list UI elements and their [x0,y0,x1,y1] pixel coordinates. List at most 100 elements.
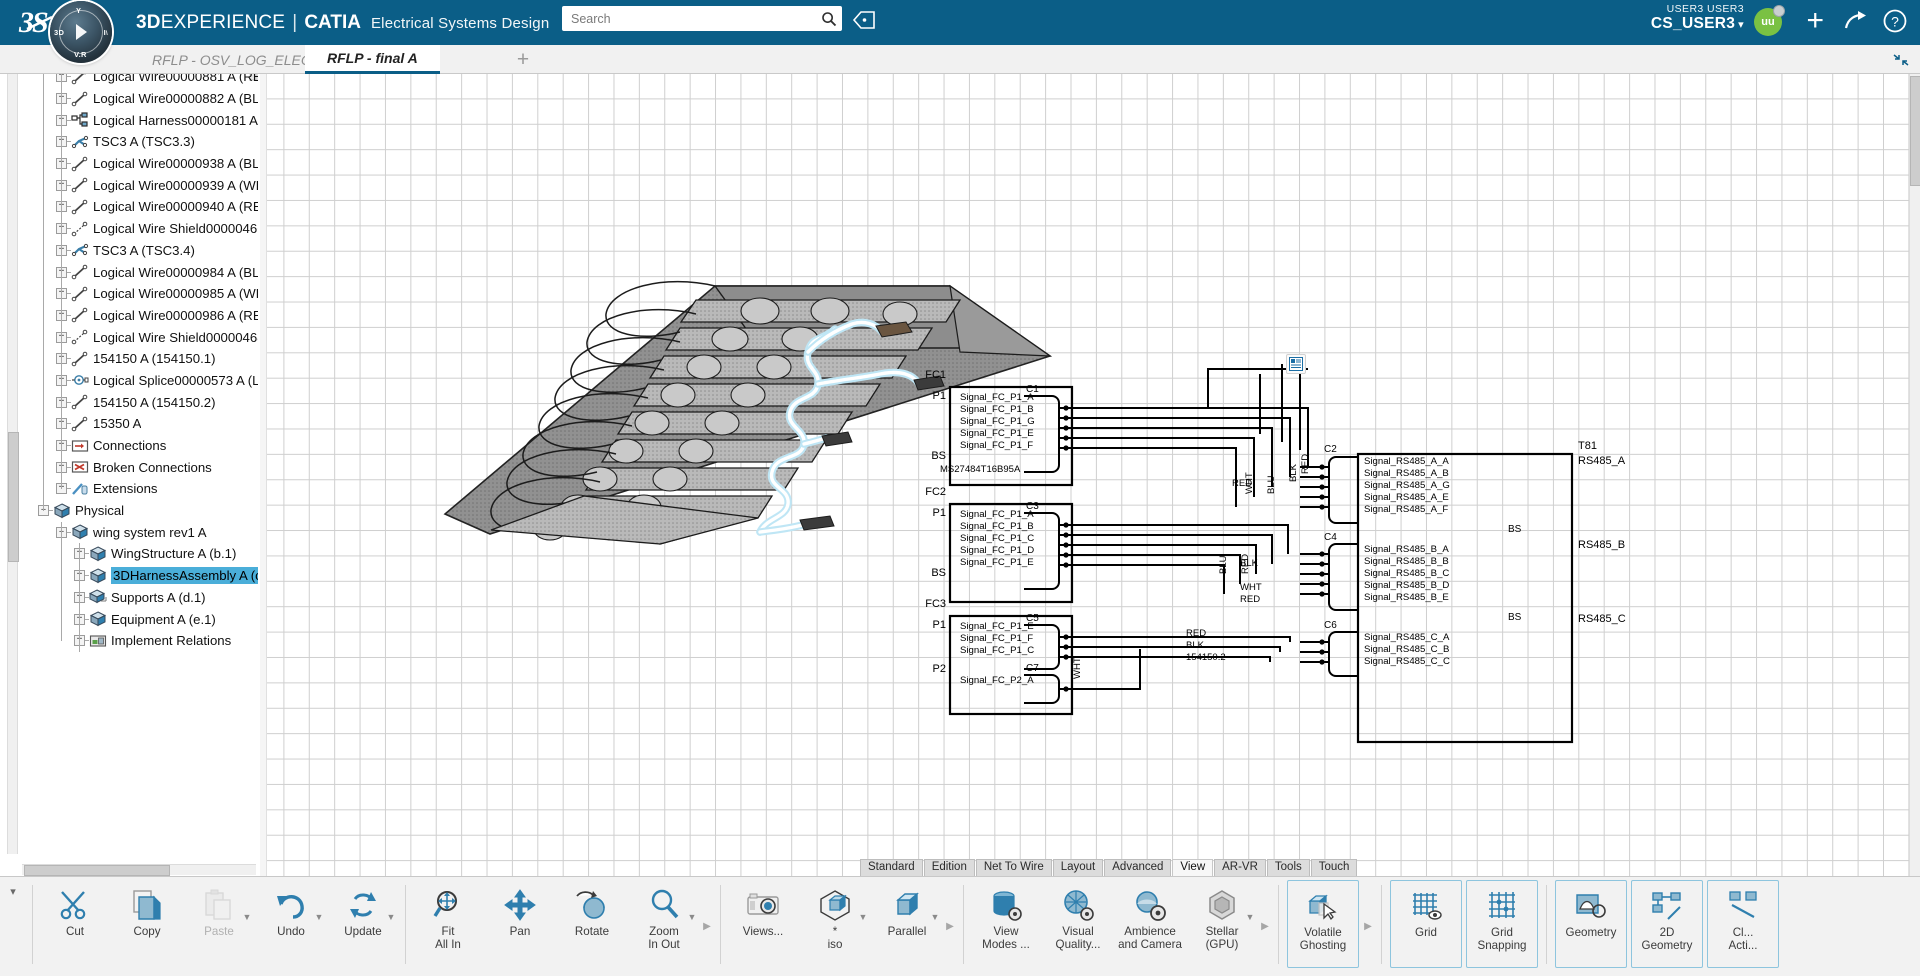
label-fc3-p1: P1 [933,619,946,631]
share-icon[interactable] [1844,10,1870,35]
specification-tree[interactable]: +Logical Wire00000881 A (RED)+Logical Wi… [26,74,258,852]
chevron-down-icon[interactable]: ▼ [857,911,869,923]
search-box[interactable] [562,6,842,31]
volatile-ghosting-button[interactable]: Volatile Ghosting [1287,880,1359,968]
3d-viewport[interactable]: FC1 P1 BS Signal_FC_P1_A Signal_FC_P1_B … [260,74,1920,876]
workbench-tab-view[interactable]: View [1172,859,1214,876]
svg-text:RED: RED [1186,628,1206,639]
workbench-tab-edition[interactable]: Edition [923,859,975,876]
workbench-tab-advanced[interactable]: Advanced [1104,859,1172,876]
command-ribbon: ▾ Cut Copy Paste ▼ Undo ▼ Update ▼ Fit All … [0,876,1920,976]
workbench-tab-layout[interactable]: Layout [1052,859,1104,876]
tree-horizontal-scroll-thumb[interactable] [24,865,170,876]
workbench-tab-bar[interactable]: Standard Edition Net To Wire Layout Advanced… [860,859,1358,876]
svg-text:Signal_FC_P1_D: Signal_FC_P1_D [960,545,1034,556]
tree-node-label: Connections [93,438,167,454]
wire-color-labels: WHT BLU BLK RED RED BLU RED BLK WHT RED … [1072,454,1311,679]
chevron-down-icon[interactable]: ▾ [1738,19,1744,31]
workbench-tab-net-to-wire[interactable]: Net To Wire [975,859,1052,876]
tree-node-label: Supports A (d.1) [111,589,206,605]
viewport-vertical-scrollbar[interactable] [1909,74,1920,876]
chevron-down-icon[interactable]: ▼ [313,911,325,923]
ribbon-overflow-arrow[interactable]: ▶ [943,877,957,976]
add-icon[interactable]: + [1806,6,1824,36]
workbench-tab-touch[interactable]: Touch [1310,859,1358,876]
svg-text:Signal_FC_P1_G: Signal_FC_P1_G [960,416,1035,427]
document-tab-1[interactable]: RFLP - OSV_LOG_ELECTRICA [130,45,305,74]
tree-node-label: Logical Wire Shield00000466 A (L [93,221,258,237]
ribbon-overflow-arrow[interactable]: ▶ [1258,877,1272,976]
workbench-tab-ar-vr[interactable]: AR-VR [1214,859,1266,876]
document-tab-2[interactable]: RFLP - final A [305,45,440,74]
fit-all-in-label: Fit All In [435,925,461,952]
harness-icon [71,112,89,128]
svg-text:C2: C2 [1324,444,1337,455]
2d-geometry-button[interactable]: 2D Geometry [1631,880,1703,968]
ribbon-overflow-arrow[interactable]: ▶ [700,877,714,976]
ribbon-collapse-icon[interactable]: ▾ [0,877,26,976]
workbench-tab-standard[interactable]: Standard [860,859,923,876]
tree-node[interactable]: –Physical [26,500,258,522]
avatar[interactable]: uu [1754,5,1785,36]
wire-icon [71,264,89,280]
geometry-button[interactable]: Geometry [1555,880,1627,968]
tree-vertical-scroll-thumb[interactable] [8,432,19,562]
iso-view-button[interactable]: * iso ▼ [799,877,871,976]
help-icon[interactable]: ? [1882,8,1908,37]
3d-compass[interactable]: Y 3D I\ V.R [50,1,112,63]
ambience-camera-icon [1133,886,1167,924]
user-identity[interactable]: USER3 USER3 CS_USER3 ▾ [1651,3,1744,33]
chevron-down-icon[interactable]: ▼ [241,911,253,923]
tree-guide-line [43,74,44,511]
ribbon-overflow-arrow[interactable]: ▶ [1361,877,1375,976]
svg-text:C6: C6 [1324,620,1337,631]
tree-guide-line [79,543,80,652]
pan-button[interactable]: Pan [484,877,556,976]
undo-button[interactable]: Undo ▼ [255,877,327,976]
ambience-camera-label: Ambience and Camera [1118,925,1182,952]
chevron-down-icon[interactable]: ▼ [1244,911,1256,923]
chevron-down-icon[interactable]: ▼ [385,911,397,923]
parallel-button[interactable]: Parallel ▼ [871,877,943,976]
document-properties-icon[interactable] [1286,354,1306,374]
cut-button[interactable]: Cut [39,877,111,976]
workbench-tab-tools[interactable]: Tools [1266,859,1310,876]
fit-all-in-button[interactable]: Fit All In [412,877,484,976]
wire-icon [71,199,89,215]
update-button[interactable]: Update ▼ [327,877,399,976]
grid-snapping-button[interactable]: Grid Snapping [1466,880,1538,968]
grid-button[interactable]: Grid [1390,880,1462,968]
zoom-in-out-button[interactable]: Zoom In Out ▼ [628,877,700,976]
visual-quality-button[interactable]: Visual Quality... [1042,877,1114,976]
ambience-camera-button[interactable]: Ambience and Camera [1114,877,1186,976]
compass-label-east: I\ [103,28,108,37]
svg-text:Signal_FC_P1_E: Signal_FC_P1_E [960,621,1034,632]
restore-window-icon[interactable] [1890,50,1912,70]
tag-icon[interactable] [852,9,878,34]
user-account[interactable]: CS_USER3 ▾ [1651,15,1744,33]
wire-shield-icon [71,329,89,345]
add-tab-button[interactable]: + [508,45,538,74]
stellar-gpu-button[interactable]: Stellar (GPU) ▼ [1186,877,1258,976]
svg-text:C7: C7 [1026,663,1039,674]
chevron-down-icon[interactable]: ▼ [686,911,698,923]
tree-vertical-scrollbar[interactable] [7,74,19,854]
2d-geometry-icon [1650,887,1684,925]
svg-text:?: ? [1891,14,1899,30]
tree-guide-line [61,521,62,642]
search-icon[interactable] [816,11,842,27]
view-modes-button[interactable]: View Modes ... [970,877,1042,976]
rotate-button[interactable]: Rotate [556,877,628,976]
svg-text:Signal_RS485_B_C: Signal_RS485_B_C [1364,568,1449,579]
svg-text:Signal_RS485_A_A: Signal_RS485_A_A [1364,456,1449,467]
connections-icon [71,438,89,454]
svg-text:Signal_RS485_B_D: Signal_RS485_B_D [1364,580,1449,591]
chevron-down-icon[interactable]: ▼ [929,911,941,923]
search-input[interactable] [562,7,816,30]
clipping-active-button[interactable]: Cl... Acti... [1707,880,1779,968]
tree-horizontal-scrollbar[interactable] [22,864,256,876]
copy-button[interactable]: Copy [111,877,183,976]
svg-text:154150.2: 154150.2 [1186,652,1226,663]
viewport-scroll-thumb[interactable] [1910,76,1920,186]
views-button[interactable]: Views... [727,877,799,976]
